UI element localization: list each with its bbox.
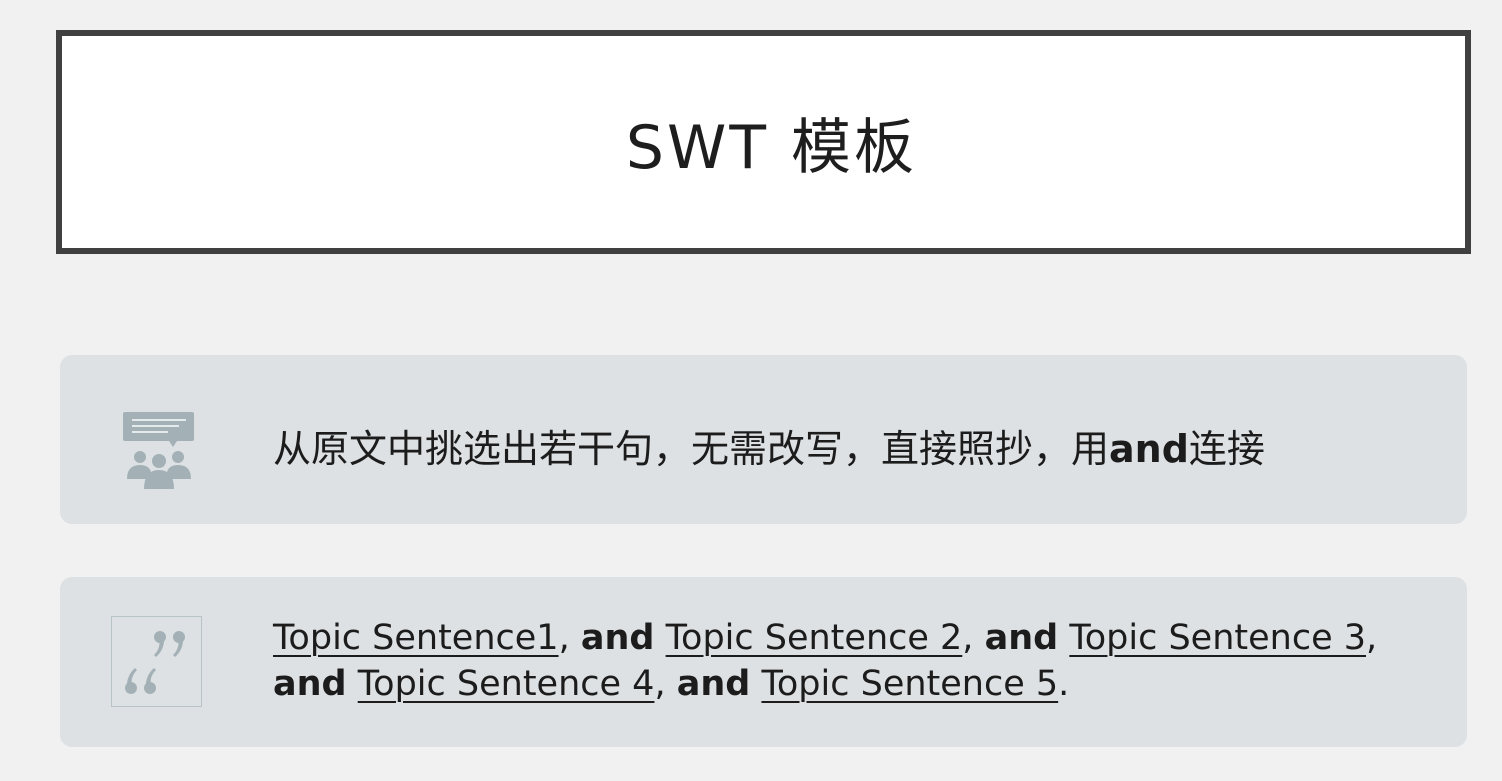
quote-icon <box>111 616 202 707</box>
topic-sentence-5: Topic Sentence 5 <box>761 664 1059 704</box>
template-sentence: Topic Sentence1, and Topic Sentence 2, a… <box>273 618 1378 704</box>
page-title: SWT 模板 <box>625 112 918 183</box>
presentation-audience-icon <box>123 412 195 490</box>
topic-sentence-1: Topic Sentence1 <box>273 618 559 658</box>
template-card: Topic Sentence1, and Topic Sentence 2, a… <box>60 577 1467 747</box>
topic-sentence-3: Topic Sentence 3 <box>1069 618 1367 658</box>
title-box: SWT 模板 <box>56 30 1471 254</box>
topic-sentence-2: Topic Sentence 2 <box>665 618 963 658</box>
instruction-card: 从原文中挑选出若干句，无需改写，直接照抄，用and连接 <box>60 355 1467 524</box>
topic-sentence-4: Topic Sentence 4 <box>357 664 655 704</box>
instruction-text: 从原文中挑选出若干句，无需改写，直接照抄，用and连接 <box>273 427 1265 471</box>
